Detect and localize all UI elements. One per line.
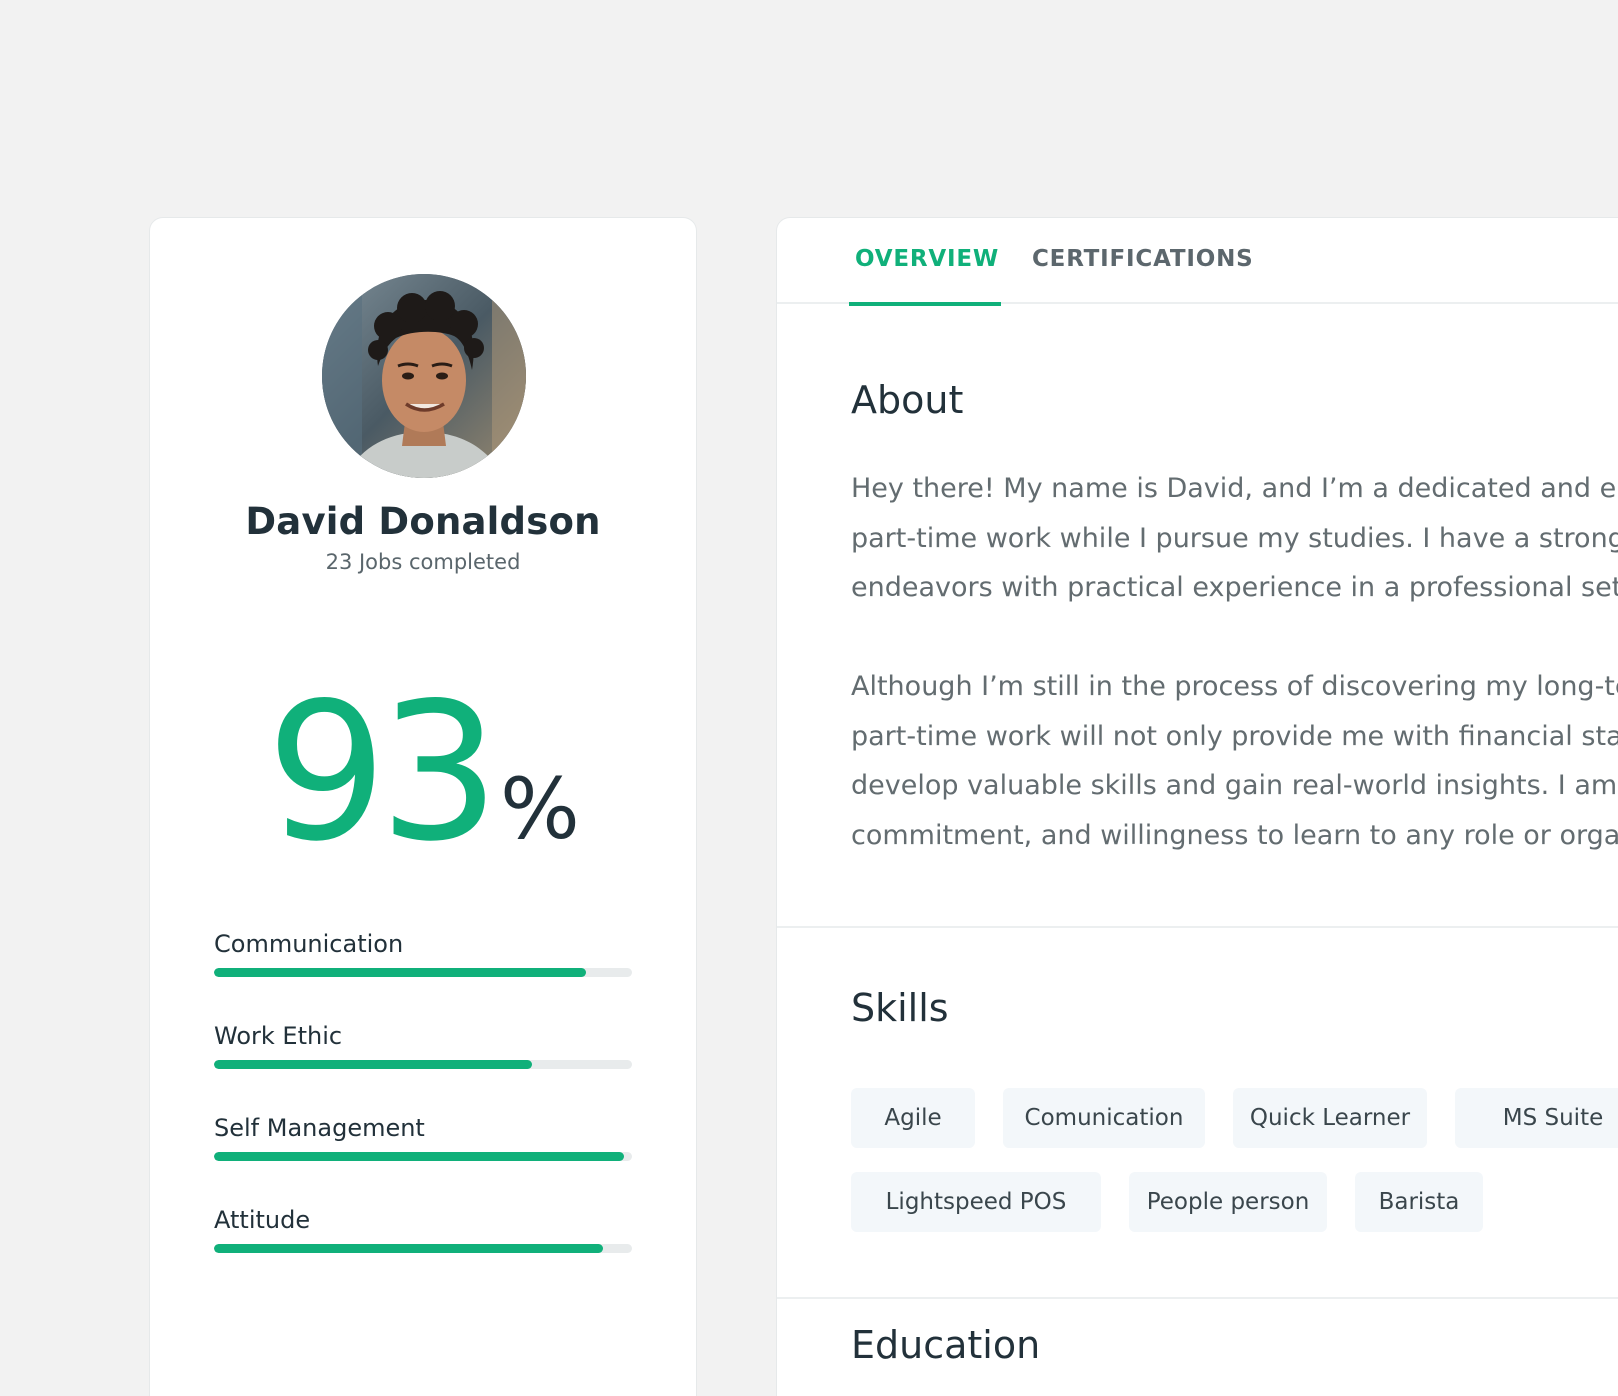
tab-label: CERTIFICATIONS — [1032, 246, 1254, 272]
about-line: part-time work will not only provide me … — [851, 720, 1618, 752]
skill-chip: MS Suite — [1455, 1088, 1618, 1148]
profile-name: David Donaldson — [245, 500, 601, 543]
about-paragraph-2: Although I’m still in the process of dis… — [851, 662, 1618, 860]
skills-list: Agile Comunication Quick Learner MS Suit… — [851, 1088, 1618, 1256]
rating-label: Self Management — [214, 1114, 425, 1142]
rating-fill — [214, 968, 587, 977]
rating-track — [214, 968, 632, 977]
skills-row: Agile Comunication Quick Learner MS Suit… — [851, 1088, 1618, 1148]
avatar-portrait-icon — [322, 274, 526, 478]
skill-chip: Lightspeed POS — [851, 1172, 1101, 1232]
about-paragraph-1: Hey there! My name is David, and I’m a d… — [851, 464, 1618, 613]
overall-score: 93% — [150, 678, 696, 868]
skill-chip: Agile — [851, 1088, 975, 1148]
about-line: Hey there! My name is David, and I’m a d… — [851, 473, 1618, 504]
ratings-list: Communication Work Ethic Self Management… — [214, 928, 632, 1296]
rating-track — [214, 1152, 632, 1161]
avatar — [322, 274, 526, 478]
skill-chip: People person — [1129, 1172, 1327, 1232]
about-line: commitment, and willingness to learn to … — [851, 819, 1618, 851]
rating-attitude: Attitude — [214, 1204, 632, 1253]
about-line: develop valuable skills and gain real-wo… — [851, 770, 1618, 801]
profile-page: David Donaldson 23 Jobs completed 93% Co… — [0, 0, 1618, 1396]
tab-label: OVERVIEW — [855, 246, 999, 272]
rating-label: Communication — [214, 930, 404, 958]
education-heading: Education — [851, 1323, 1041, 1367]
about-line: endeavors with practical experience in a… — [851, 572, 1618, 603]
score-unit: % — [499, 760, 580, 858]
about-text: Hey there! My name is David, and I’m a d… — [851, 464, 1618, 910]
tab-bar: OVERVIEW CERTIFICATIONS — [777, 218, 1618, 306]
active-tab-indicator — [849, 302, 1001, 306]
skill-chip: Comunication — [1003, 1088, 1205, 1148]
profile-card: David Donaldson 23 Jobs completed 93% Co… — [149, 217, 697, 1396]
rating-communication: Communication — [214, 928, 632, 977]
rating-track — [214, 1244, 632, 1253]
section-divider — [777, 1297, 1618, 1299]
rating-fill — [214, 1152, 624, 1161]
skill-chip: Barista — [1355, 1172, 1483, 1232]
rating-track — [214, 1060, 632, 1069]
rating-fill — [214, 1060, 532, 1069]
score-value: 93 — [266, 662, 500, 883]
section-divider — [777, 926, 1618, 928]
rating-work-ethic: Work Ethic — [214, 1020, 632, 1069]
about-line: Although I’m still in the process of dis… — [851, 671, 1618, 702]
tab-certifications[interactable]: CERTIFICATIONS — [1032, 246, 1254, 304]
about-line: part-time work while I pursue my studies… — [851, 522, 1618, 554]
tab-overview[interactable]: OVERVIEW — [849, 246, 1001, 306]
content-card: OVERVIEW CERTIFICATIONS About Hey there!… — [776, 217, 1618, 1396]
rating-self-management: Self Management — [214, 1112, 632, 1161]
about-heading: About — [851, 378, 964, 422]
skills-heading: Skills — [851, 986, 949, 1030]
skills-row: Lightspeed POS People person Barista — [851, 1172, 1618, 1232]
skill-chip: Quick Learner — [1233, 1088, 1427, 1148]
rating-label: Attitude — [214, 1206, 311, 1234]
rating-label: Work Ethic — [214, 1022, 343, 1050]
jobs-completed: 23 Jobs completed — [325, 550, 521, 574]
rating-fill — [214, 1244, 603, 1253]
